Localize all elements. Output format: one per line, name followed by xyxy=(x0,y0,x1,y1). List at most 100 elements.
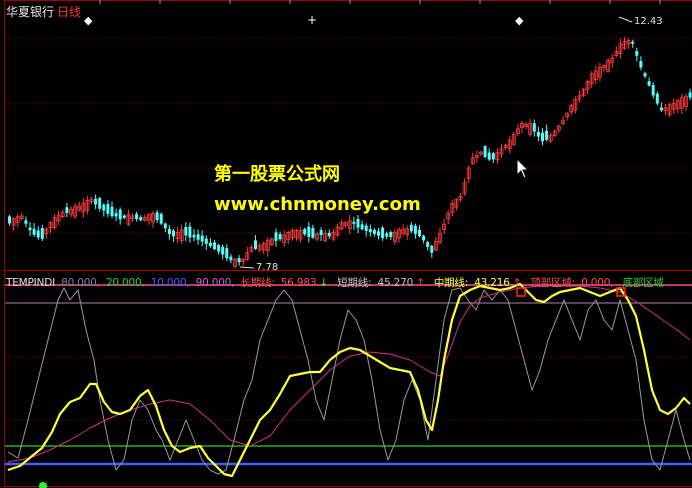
candle-body xyxy=(360,224,364,230)
high-leader xyxy=(618,16,633,23)
candle-body xyxy=(389,232,393,237)
candle-body xyxy=(327,232,331,237)
period-label: 日线 xyxy=(57,5,82,19)
candle-body xyxy=(356,218,360,228)
candle-body xyxy=(40,228,44,239)
short-line-label: 短期线: xyxy=(337,277,372,289)
candlestick-series xyxy=(8,37,692,269)
low-leader xyxy=(239,266,255,269)
candle-body xyxy=(163,223,167,229)
candle-body xyxy=(532,123,536,132)
candle-body xyxy=(139,217,143,221)
candle-body xyxy=(204,238,208,244)
bottom-signal-dot xyxy=(39,482,47,488)
candle-body xyxy=(651,84,655,96)
candle-body xyxy=(122,215,126,218)
watermark-title: 第一股票公式网 xyxy=(214,164,340,185)
candle-body xyxy=(196,234,200,240)
candle-body xyxy=(545,130,549,140)
candle-body xyxy=(229,256,233,261)
candle-body xyxy=(192,234,196,238)
candle-body xyxy=(422,235,426,241)
candle-body xyxy=(172,230,175,237)
candle-body xyxy=(491,153,495,160)
mouse-cursor-icon xyxy=(516,158,530,179)
top-zone-value: 0.000, xyxy=(581,277,614,289)
candle-body xyxy=(413,225,417,234)
candle-body xyxy=(159,213,163,224)
low-price-label: 7.78 xyxy=(256,262,279,273)
param-3: 10.000, xyxy=(150,277,190,289)
candle-body xyxy=(155,212,159,221)
candle-body xyxy=(208,242,212,247)
candle-body xyxy=(135,213,139,220)
param-2: 20.000, xyxy=(105,277,145,289)
indicator-grid xyxy=(5,356,692,421)
candle-body xyxy=(106,203,110,214)
candle-body xyxy=(307,226,311,237)
candle-body xyxy=(118,209,122,220)
candle-body xyxy=(647,81,651,86)
candle-body xyxy=(8,216,11,224)
mid-line-arrow: ↑ xyxy=(512,277,522,289)
candle-body xyxy=(94,198,98,205)
short-line-arrow: ↑ xyxy=(416,277,425,289)
candle-body xyxy=(311,227,315,238)
stock-name: 华夏银行 xyxy=(6,5,55,19)
short-line-legend: 短期线: 45.270 ↑ xyxy=(337,277,428,289)
top-zone-label: 顶部区域: xyxy=(530,277,576,289)
short-line-value: 45.270 xyxy=(377,277,414,289)
watermark-url: www.chnmoney.com xyxy=(214,194,421,215)
mid-line-label: 中期线: xyxy=(433,277,469,289)
mid-line-legend: 中期线: 43.216 ↑ xyxy=(434,277,525,289)
candle-body xyxy=(364,225,368,231)
candle-body xyxy=(167,228,171,235)
candle-body xyxy=(98,198,102,209)
indicator-legend: TEMPINDI 80.000, 20.000, 10.000, 90.000,… xyxy=(6,275,667,290)
candle-body xyxy=(303,228,307,235)
candle-body xyxy=(237,258,241,263)
candle-body xyxy=(381,227,385,239)
indicator-name: TEMPINDI xyxy=(6,277,55,289)
long-line-legend: 长期线: 56.983 ↓ xyxy=(240,277,331,289)
candle-body xyxy=(483,146,487,158)
candle-body xyxy=(430,245,434,253)
chart-title: 华夏银行 日线 xyxy=(6,3,81,20)
candle-body xyxy=(225,248,229,259)
candle-body xyxy=(114,213,118,217)
candle-body xyxy=(487,152,491,160)
candle-body xyxy=(368,228,372,233)
candle-body xyxy=(541,132,544,142)
candle-body xyxy=(635,51,639,56)
candle-body xyxy=(188,226,192,238)
candle-body xyxy=(278,234,282,240)
mid-line-value: 43.216 xyxy=(474,277,510,289)
chart-stage: ◆ + ◆ xyxy=(4,0,692,488)
long-line-value: 56.983 xyxy=(280,277,317,289)
candle-body xyxy=(213,242,216,250)
candle-body xyxy=(184,227,188,236)
chart-frame xyxy=(4,0,692,487)
candle-body xyxy=(352,221,356,224)
candle-body xyxy=(655,93,659,104)
candle-body xyxy=(659,107,663,111)
indicator-series xyxy=(7,282,691,478)
param-4: 90.000, xyxy=(195,277,235,289)
candle-body xyxy=(409,224,413,232)
candle-body xyxy=(372,229,376,235)
top-zone-legend: 顶部区域: 0.000, xyxy=(531,277,617,289)
candle-body xyxy=(110,206,114,217)
candle-body xyxy=(32,228,36,235)
candle-body xyxy=(36,230,40,238)
candle-body xyxy=(688,92,692,98)
long-line-label: 长期线: xyxy=(240,277,275,289)
candle-body xyxy=(24,220,28,224)
candle-body xyxy=(377,231,380,236)
candle-body xyxy=(274,232,278,241)
candle-body xyxy=(254,240,257,249)
param-1: 80.000, xyxy=(61,277,100,289)
long-line-arrow: ↓ xyxy=(319,277,328,289)
diamond-marker: ◆ xyxy=(84,14,93,27)
candle-body xyxy=(102,204,106,211)
candle-body xyxy=(221,246,225,255)
